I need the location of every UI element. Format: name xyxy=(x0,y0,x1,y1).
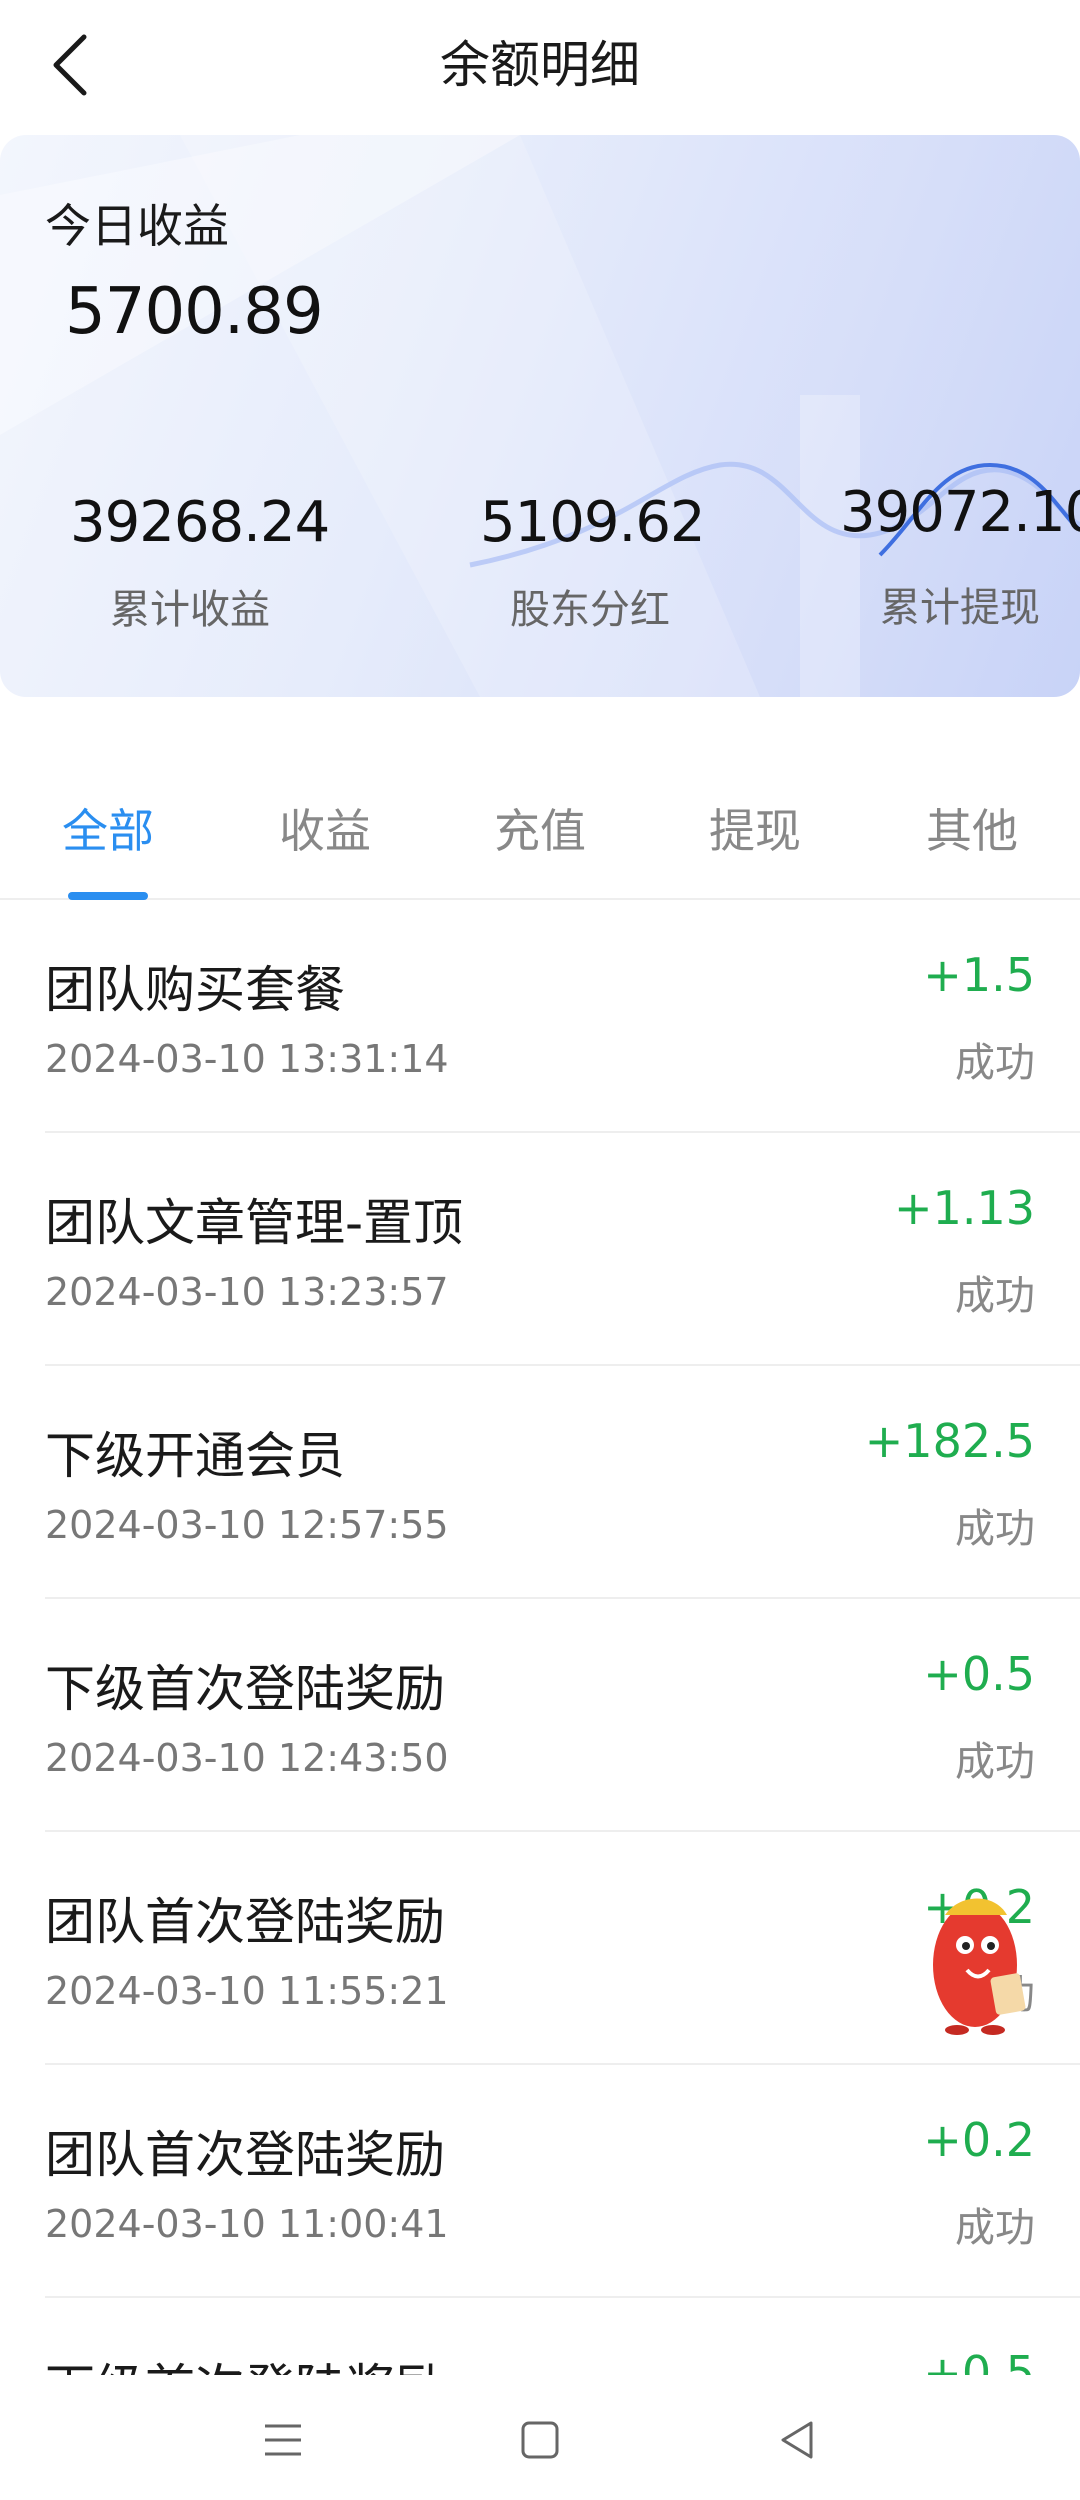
stat-value: 39072.10 xyxy=(840,480,1080,545)
transaction-amount: +0.5 xyxy=(923,1647,1035,1701)
list-item[interactable]: 下级开通会员 2024-03-10 12:57:55 +182.5 成功 xyxy=(45,1366,1080,1599)
today-income-label: 今日收益 xyxy=(45,199,229,253)
system-back-button[interactable] xyxy=(757,2405,837,2475)
transaction-status: 成功 xyxy=(955,1273,1035,1319)
transaction-time: 2024-03-10 11:55:21 xyxy=(45,1969,449,2013)
today-income-value: 5700.89 xyxy=(65,275,324,349)
stat-value: 39268.24 xyxy=(70,490,330,555)
list-item[interactable]: 团队文章管理-置顶 2024-03-10 13:23:57 +1.13 成功 xyxy=(45,1133,1080,1366)
page-title: 余额明细 xyxy=(440,36,640,94)
tab-other[interactable]: 其他 xyxy=(892,795,1052,861)
stat-value: 5109.62 xyxy=(480,490,706,555)
transaction-time: 2024-03-10 11:00:41 xyxy=(45,2202,449,2246)
transaction-time: 2024-03-10 12:43:50 xyxy=(45,1736,449,1780)
stat-label: 累计收益 xyxy=(110,587,270,633)
transaction-time: 2024-03-10 13:23:57 xyxy=(45,1270,449,1314)
list-item[interactable]: 下级首次登陆奖励 2024-03-10 12:43:50 +0.5 成功 xyxy=(45,1599,1080,1832)
transaction-title: 团队购买套餐 xyxy=(45,961,345,1019)
stat-total-withdrawal: 39072.10 累计提现 xyxy=(840,480,1080,633)
stat-shareholder-dividend: 5109.62 股东分红 xyxy=(480,490,706,635)
stat-label: 股东分红 xyxy=(510,587,670,633)
list-item[interactable]: 团队购买套餐 2024-03-10 13:31:14 +1.5 成功 xyxy=(45,900,1080,1133)
transaction-title: 团队首次登陆奖励 xyxy=(45,2126,445,2184)
transaction-status: 成功 xyxy=(955,2205,1035,2251)
transaction-status: 成功 xyxy=(955,1506,1035,1552)
red-envelope-mascot-icon xyxy=(933,1898,1026,2035)
filter-tabs: 全部 收益 充值 提现 其他 xyxy=(0,770,1080,900)
transaction-amount: +0.2 xyxy=(923,2113,1035,2167)
active-tab-indicator xyxy=(68,892,148,900)
system-navigation-bar xyxy=(0,2380,1080,2500)
stat-label: 累计提现 xyxy=(880,585,1040,631)
transaction-title: 团队首次登陆奖励 xyxy=(45,1893,445,1951)
header: 余额明细 xyxy=(0,0,1080,130)
tab-recharge[interactable]: 充值 xyxy=(460,795,620,861)
red-envelope-mascot-button[interactable] xyxy=(915,1885,1030,2035)
tab-all[interactable]: 全部 xyxy=(28,795,188,861)
transaction-list[interactable]: 团队购买套餐 2024-03-10 13:31:14 +1.5 成功 团队文章管… xyxy=(0,900,1080,2375)
tab-income[interactable]: 收益 xyxy=(245,795,405,861)
transaction-title: 下级首次登陆奖励 xyxy=(45,1660,445,1718)
transaction-amount: +0.5 xyxy=(923,2346,1035,2375)
balance-summary-card: 今日收益 5700.89 39268.24 累计收益 5109.62 股东分红 … xyxy=(0,135,1080,697)
transaction-title: 下级首次登陆奖励 xyxy=(45,2348,445,2375)
transaction-status: 成功 xyxy=(955,1040,1035,1086)
stat-total-income: 39268.24 累计收益 xyxy=(70,490,330,635)
transaction-time: 2024-03-10 13:31:14 xyxy=(45,1037,449,1081)
back-triangle-icon xyxy=(781,2421,813,2459)
home-button[interactable] xyxy=(500,2405,580,2475)
transaction-title: 下级开通会员 xyxy=(45,1427,345,1485)
transaction-time: 2024-03-10 12:57:55 xyxy=(45,1503,449,1547)
transaction-status: 成功 xyxy=(955,1739,1035,1785)
transaction-amount: +1.5 xyxy=(923,948,1035,1002)
transaction-amount: +1.13 xyxy=(894,1181,1035,1235)
home-square-icon xyxy=(521,2421,559,2459)
transaction-amount: +182.5 xyxy=(864,1414,1035,1468)
list-item[interactable]: 团队首次登陆奖励 2024-03-10 11:00:41 +0.2 成功 xyxy=(45,2065,1080,2298)
recent-apps-button[interactable] xyxy=(243,2405,323,2475)
list-item[interactable]: 下级首次登陆奖励 +0.5 xyxy=(45,2298,1080,2375)
menu-icon xyxy=(265,2424,301,2456)
transaction-title: 团队文章管理-置顶 xyxy=(45,1194,464,1252)
tab-withdraw[interactable]: 提现 xyxy=(675,795,835,861)
